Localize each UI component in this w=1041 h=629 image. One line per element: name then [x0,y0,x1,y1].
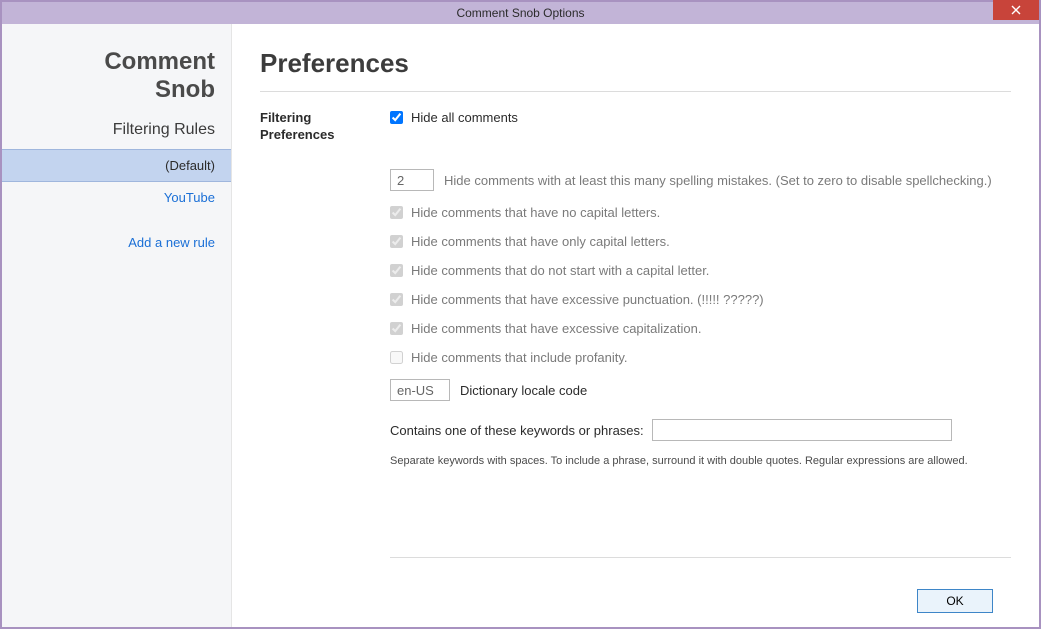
prefs-section-line1: Filtering [260,110,311,125]
prefs-fields: Hide all comments Hide comments with at … [390,110,1011,575]
sidebar-section-label: Filtering Rules [2,121,231,139]
main-panel: Preferences Filtering Preferences Hide a… [232,24,1039,627]
no-start-cap-row: Hide comments that do not start with a c… [390,263,1011,278]
ok-button[interactable]: OK [917,589,993,613]
hide-all-label: Hide all comments [411,110,518,125]
spellcheck-input[interactable] [390,169,434,191]
punct-row: Hide comments that have excessive punctu… [390,292,1011,307]
add-rule-link[interactable]: Add a new rule [2,235,231,250]
prefs-section-line2: Preferences [260,127,334,142]
excess-caps-checkbox[interactable] [390,322,403,335]
excess-caps-label: Hide comments that have excessive capita… [411,321,701,336]
close-button[interactable] [993,0,1039,20]
window-title: Comment Snob Options [2,6,1039,20]
locale-row: Dictionary locale code [390,379,1011,401]
app-name-line2: Snob [155,76,215,103]
no-caps-row: Hide comments that have no capital lette… [390,205,1011,220]
sidebar: Comment Snob Filtering Rules (Default) Y… [2,24,232,627]
app-name-line1: Comment [104,48,215,75]
spacer [390,139,1011,169]
locale-input[interactable] [390,379,450,401]
keywords-input[interactable] [652,419,952,441]
page-title: Preferences [260,48,1011,92]
keywords-row: Contains one of these keywords or phrase… [390,419,1011,441]
close-icon [1011,5,1021,15]
app-name: Comment Snob [2,48,231,103]
sidebar-item-youtube[interactable]: YouTube [2,182,231,213]
profanity-checkbox[interactable] [390,351,403,364]
locale-label: Dictionary locale code [460,383,587,398]
sidebar-item-label: (Default) [165,158,215,173]
no-caps-label: Hide comments that have no capital lette… [411,205,660,220]
only-caps-checkbox[interactable] [390,235,403,248]
titlebar: Comment Snob Options [2,2,1039,24]
excess-caps-row: Hide comments that have excessive capita… [390,321,1011,336]
window-body: Comment Snob Filtering Rules (Default) Y… [2,24,1039,627]
sidebar-item-label: YouTube [164,190,215,205]
no-start-cap-checkbox[interactable] [390,264,403,277]
only-caps-label: Hide comments that have only capital let… [411,234,670,249]
punct-label: Hide comments that have excessive punctu… [411,292,764,307]
profanity-label: Hide comments that include profanity. [411,350,628,365]
only-caps-row: Hide comments that have only capital let… [390,234,1011,249]
options-window: Comment Snob Options Comment Snob Filter… [0,0,1041,629]
prefs-container: Filtering Preferences Hide all comments … [260,110,1011,575]
no-start-cap-label: Hide comments that do not start with a c… [411,263,709,278]
keywords-label: Contains one of these keywords or phrase… [390,423,644,438]
spellcheck-row: Hide comments with at least this many sp… [390,169,1011,191]
keywords-help: Separate keywords with spaces. To includ… [390,455,1011,467]
footer: OK [260,575,1011,627]
profanity-row: Hide comments that include profanity. [390,350,1011,365]
no-caps-checkbox[interactable] [390,206,403,219]
sidebar-item-default[interactable]: (Default) [2,149,231,182]
hide-all-checkbox[interactable] [390,111,403,124]
divider [390,557,1011,558]
punct-checkbox[interactable] [390,293,403,306]
spellcheck-label: Hide comments with at least this many sp… [444,173,992,188]
prefs-section-name: Filtering Preferences [260,110,390,575]
hide-all-row: Hide all comments [390,110,1011,125]
